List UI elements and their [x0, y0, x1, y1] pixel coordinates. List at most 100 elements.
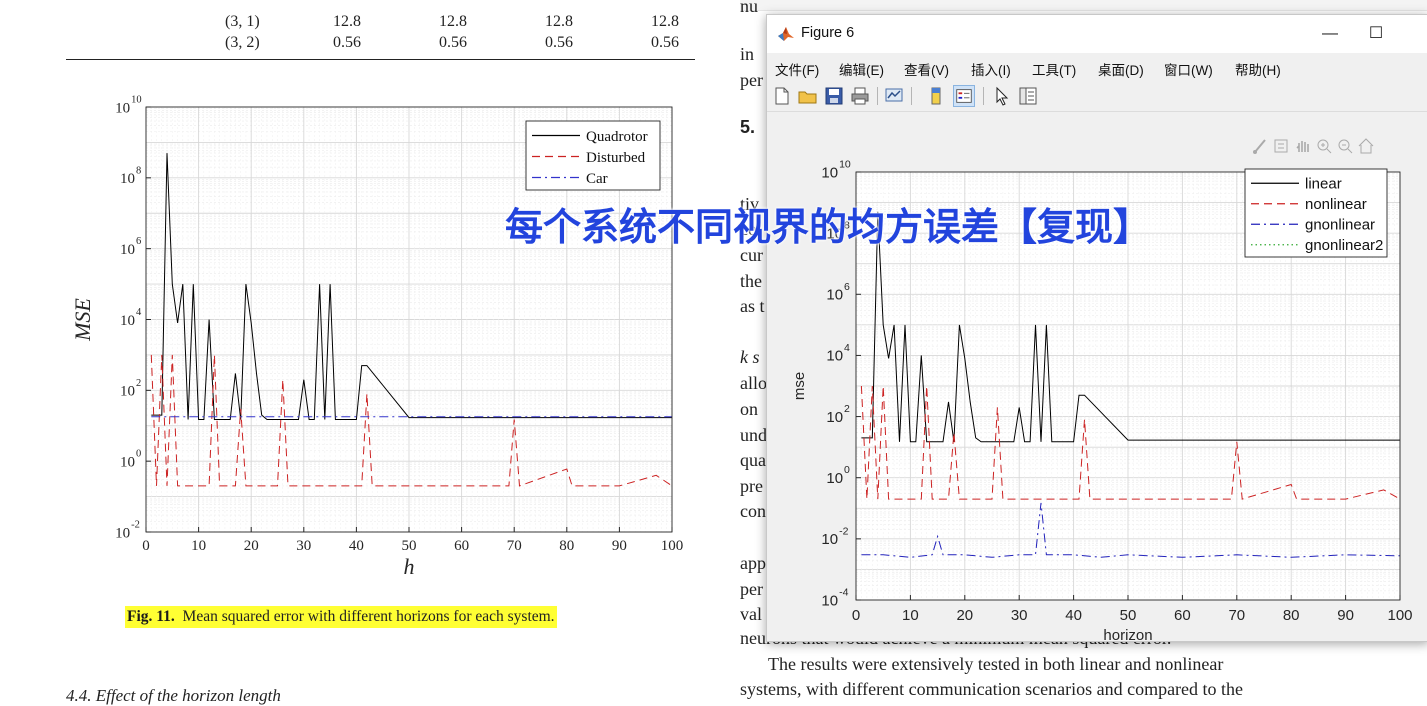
y-tick-exponent: -4	[839, 587, 848, 599]
text-fragment: con	[740, 501, 766, 521]
matlab-logo-icon	[778, 27, 794, 41]
x-axis-label: h	[404, 554, 415, 579]
x-tick-label: 20	[244, 538, 259, 554]
chart-legend[interactable]: Quadrotor Disturbed Car	[525, 120, 661, 191]
menu-window[interactable]: 窗口(W)	[1164, 59, 1213, 79]
y-tick-label: 10	[120, 454, 135, 470]
y-tick-exponent: 8	[136, 165, 141, 176]
text-fragment: on	[740, 399, 758, 419]
toolbar-separator	[911, 87, 912, 105]
text-line: systems, with different communication sc…	[740, 679, 1244, 699]
text-fragment: as t	[740, 296, 765, 316]
overlay-title: 每个系统不同视界的均方误差【复现】	[505, 205, 1152, 249]
y-tick-exponent: 0	[844, 464, 850, 476]
y-tick-exponent: 4	[136, 307, 142, 318]
x-tick-label: 0	[852, 607, 860, 624]
print-icon[interactable]	[849, 85, 871, 107]
x-tick-label: 50	[402, 538, 417, 554]
legend-icon[interactable]	[953, 85, 975, 107]
y-tick-label: 10	[120, 384, 135, 400]
text-fragment: pre	[740, 476, 763, 496]
x-tick-label: 20	[956, 607, 973, 624]
y-tick-label: 10	[120, 313, 135, 329]
toolbar-separator	[983, 87, 984, 105]
x-tick-label: 60	[454, 538, 469, 554]
caption-label: Fig. 11.	[127, 608, 175, 625]
menu-tools[interactable]: 工具(T)	[1032, 59, 1076, 79]
y-tick-exponent: 2	[136, 378, 141, 389]
x-tick-label: 30	[1011, 607, 1028, 624]
section-heading: 4.4. Effect of the horizon length	[66, 686, 281, 705]
text-fragment: per	[740, 579, 763, 599]
figure-canvas[interactable]: 0 10 20 30 40 50 60 70 80 90 100 10 -4 10 -2 10 0 10 2 10 4 1…	[767, 112, 1427, 641]
y-tick-exponent: 10	[839, 159, 851, 171]
y-tick-exponent: 6	[136, 236, 141, 247]
menu-file[interactable]: 文件(F)	[775, 59, 819, 79]
y-tick-label: 10	[826, 470, 843, 487]
legend-entry: gnonlinear	[1305, 217, 1375, 234]
window-title: Figure 6	[801, 25, 855, 41]
open-folder-icon[interactable]	[797, 85, 819, 107]
x-tick-label: 10	[902, 607, 919, 624]
maximize-button[interactable]: ☐	[1353, 21, 1399, 47]
paper-page: (3, 1) 12.8 12.8 12.8 12.8 (3, 2) 0.56 0…	[0, 0, 740, 705]
text-fragment: app	[740, 553, 766, 573]
matlab-figure-window[interactable]: Figure 6 — ☐ 文件(F) 编辑(E) 查看(V) 插入(I) 工具(…	[766, 14, 1427, 642]
y-tick-exponent: 0	[136, 449, 141, 460]
chart-legend[interactable]: linear nonlinear gnonlinear gnonlinear2	[1244, 168, 1388, 258]
text-fragment: und	[740, 425, 767, 445]
legend-entry: Quadrotor	[586, 129, 648, 145]
pointer-icon[interactable]	[991, 85, 1013, 107]
caption-text: Mean squared error with different horizo…	[182, 608, 555, 625]
menu-view[interactable]: 查看(V)	[904, 59, 949, 79]
text-fragment: per	[740, 70, 763, 90]
colorbar-icon[interactable]	[925, 85, 947, 107]
menu-help[interactable]: 帮助(H)	[1235, 59, 1281, 79]
x-tick-label: 50	[1120, 607, 1137, 624]
legend-entry: nonlinear	[1305, 196, 1367, 213]
y-tick-label: 10	[115, 100, 130, 116]
figure-toolbar	[767, 81, 1427, 112]
toolbar-separator	[877, 87, 878, 105]
menu-edit[interactable]: 编辑(E)	[839, 59, 884, 79]
text-fragment: qua	[740, 450, 766, 470]
text-line: The results were extensively tested in b…	[768, 654, 1224, 674]
x-tick-label: 80	[559, 538, 574, 554]
y-axis-label: mse	[791, 372, 808, 400]
y-tick-label: 10	[821, 592, 838, 609]
menu-insert[interactable]: 插入(I)	[971, 59, 1011, 79]
y-tick-label: 10	[120, 242, 135, 258]
text-fragment: k s	[740, 347, 760, 367]
link-plot-icon[interactable]	[883, 85, 905, 107]
x-tick-label: 40	[349, 538, 364, 554]
x-tick-label: 70	[1228, 607, 1245, 624]
text-fragment: allo	[740, 373, 767, 393]
y-tick-label: 10	[826, 409, 843, 426]
paper-mse-chart: 0 10 20 30 40 50 60 70 80 90 10010-210010210410610…	[70, 95, 684, 580]
figure-caption: Fig. 11. Mean squared error with differe…	[125, 606, 557, 628]
x-tick-label: 0	[142, 538, 150, 554]
x-tick-label: 90	[612, 538, 627, 554]
x-tick-label: 60	[1174, 607, 1191, 624]
y-tick-label: 10	[826, 287, 843, 304]
figure-mse-chart: 0 10 20 30 40 50 60 70 80 90 10010 -410 -210 010 210 41…	[791, 159, 1413, 642]
x-tick-label: 80	[1283, 607, 1300, 624]
property-inspector-icon[interactable]	[1017, 85, 1039, 107]
y-tick-exponent: 6	[844, 281, 850, 293]
y-tick-label: 10	[115, 525, 130, 541]
text-fragment: the	[740, 271, 762, 291]
y-tick-exponent: -2	[839, 525, 848, 537]
y-tick-exponent: 2	[844, 403, 850, 415]
x-tick-label: 10	[191, 538, 206, 554]
window-titlebar[interactable]: Figure 6 — ☐	[767, 15, 1427, 53]
save-icon[interactable]	[823, 85, 845, 107]
x-tick-label: 100	[661, 538, 684, 554]
text-fragment: nu	[740, 0, 758, 16]
menu-desktop[interactable]: 桌面(D)	[1098, 59, 1144, 79]
new-file-icon[interactable]	[771, 85, 793, 107]
y-axis-label: MSE	[70, 298, 95, 342]
minimize-button[interactable]: —	[1307, 21, 1353, 47]
y-tick-label: 10	[821, 164, 838, 181]
text-fragment: in	[740, 44, 755, 64]
section-number: 5.	[740, 117, 756, 137]
